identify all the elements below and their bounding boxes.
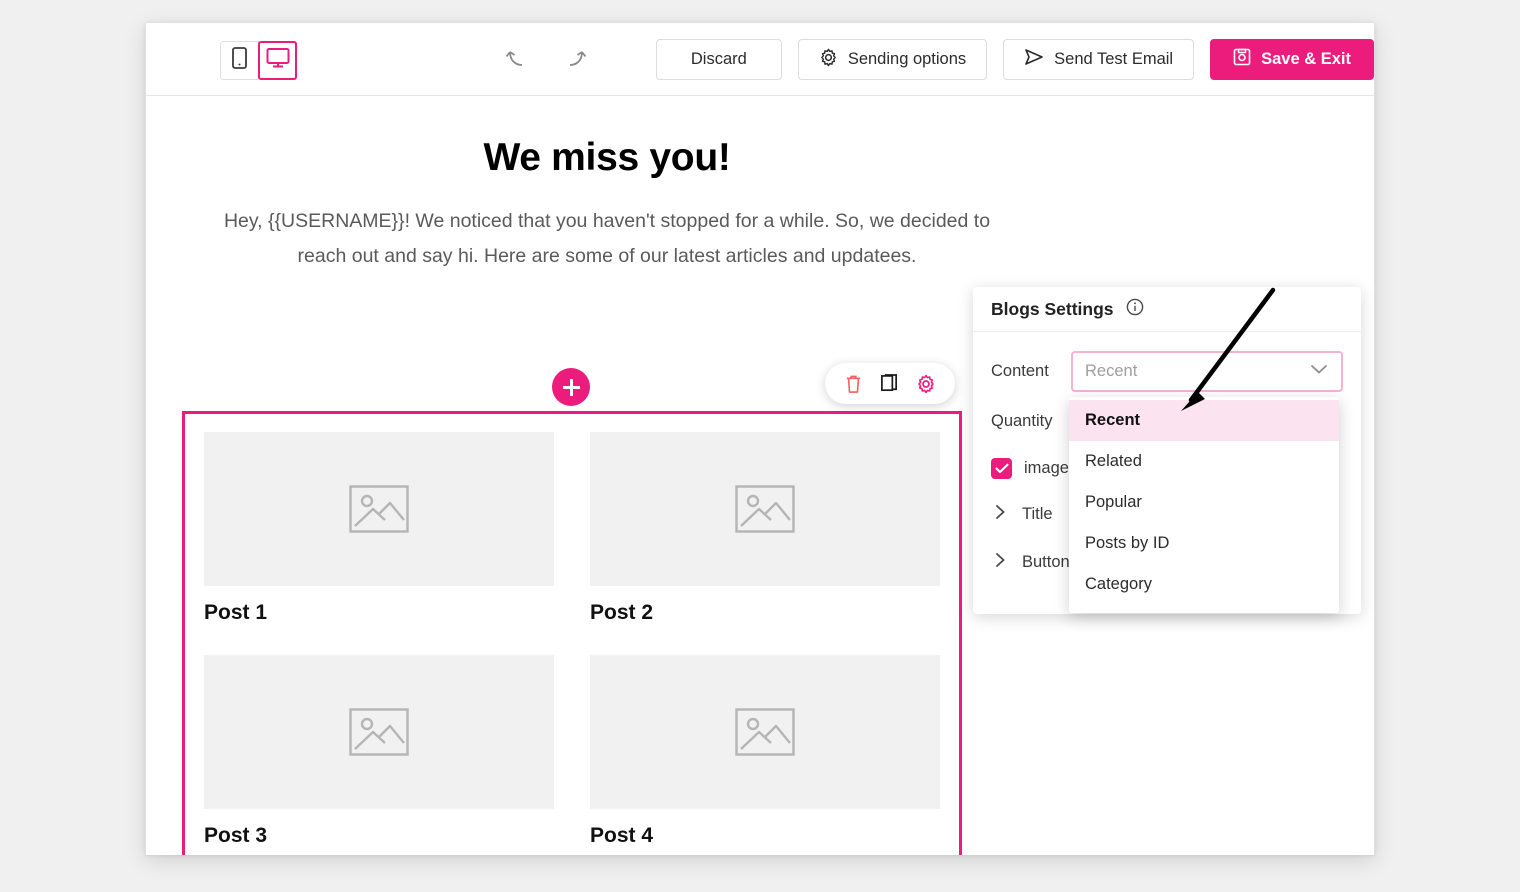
post-card[interactable]: Post 2 (590, 432, 940, 655)
dropdown-option-posts-by-id[interactable]: Posts by ID (1069, 523, 1339, 564)
chevron-down-icon (1309, 362, 1329, 380)
email-content: We miss you! Hey, {{USERNAME}}! We notic… (182, 96, 1032, 274)
redo-arrow-icon (561, 46, 587, 75)
button-section-label: Button (1022, 552, 1070, 571)
image-placeholder-icon (349, 485, 409, 533)
send-test-email-button[interactable]: Send Test Email (1003, 39, 1195, 80)
image-placeholder-icon (735, 708, 795, 756)
content-label: Content (991, 361, 1049, 380)
post-title[interactable]: Post 1 (204, 601, 554, 625)
device-mobile-button[interactable] (220, 41, 259, 80)
image-placeholder-icon (349, 708, 409, 756)
chevron-right-icon (995, 552, 1006, 573)
images-checkbox[interactable] (991, 457, 1012, 479)
toolbar-actions: Discard Sending options Send Test Email … (655, 39, 1374, 80)
save-disk-icon (1233, 48, 1251, 71)
post-card[interactable]: Post 4 (590, 655, 940, 855)
dropdown-option-related[interactable]: Related (1069, 441, 1339, 482)
quantity-label: Quantity (991, 411, 1053, 430)
dropdown-option-popular[interactable]: Popular (1069, 482, 1339, 523)
sending-options-button[interactable]: Sending options (797, 39, 988, 80)
phone-icon (232, 47, 247, 74)
add-block-button-top[interactable] (552, 368, 590, 406)
post-image-placeholder[interactable] (204, 432, 554, 586)
history-controls (501, 43, 591, 77)
save-and-exit-button[interactable]: Save & Exit (1210, 39, 1374, 80)
dropdown-option-recent[interactable]: Recent (1069, 400, 1339, 441)
email-heading[interactable]: We miss you! (182, 136, 1032, 180)
post-image-placeholder[interactable] (590, 655, 940, 809)
content-select-value: Recent (1085, 361, 1138, 380)
content-select[interactable]: Recent (1071, 350, 1343, 392)
post-image-placeholder[interactable] (204, 655, 554, 809)
post-title[interactable]: Post 4 (590, 824, 940, 848)
block-floating-toolbar (825, 363, 955, 404)
monitor-icon (266, 47, 290, 74)
undo-button[interactable] (501, 43, 535, 77)
device-preview-toggle (220, 41, 297, 80)
content-setting-row: Content Recent (991, 346, 1343, 396)
editor-toolbar: Discard Sending options Send Test Email … (146, 23, 1374, 96)
settings-panel-title: Blogs Settings (991, 298, 1114, 319)
post-title[interactable]: Post 2 (590, 601, 940, 625)
save-and-exit-label: Save & Exit (1261, 50, 1351, 68)
trash-icon[interactable] (844, 374, 863, 394)
sending-options-label: Sending options (847, 50, 967, 68)
post-card[interactable]: Post 3 (204, 655, 554, 855)
content-dropdown-list: Recent Related Popular Posts by ID Categ… (1069, 397, 1339, 613)
image-placeholder-icon (735, 485, 795, 533)
post-title[interactable]: Post 3 (204, 824, 554, 848)
blogs-block-selected[interactable]: Post 1 Post 2 Post 3 Post 4 (182, 411, 962, 855)
email-paragraph[interactable]: Hey, {{USERNAME}}! We noticed that you h… (182, 204, 1032, 274)
post-image-placeholder[interactable] (590, 432, 940, 586)
screenshot-root: Discard Sending options Send Test Email … (0, 0, 1520, 892)
info-circle-icon[interactable] (1126, 298, 1144, 321)
chevron-right-icon (995, 504, 1006, 525)
dropdown-option-category[interactable]: Category (1069, 564, 1339, 605)
duplicate-icon[interactable] (880, 373, 899, 394)
discard-button[interactable]: Discard (655, 39, 782, 80)
undo-arrow-icon (505, 46, 531, 75)
send-test-email-label: Send Test Email (1054, 50, 1174, 68)
post-card[interactable]: Post 1 (204, 432, 554, 655)
gear-icon[interactable] (916, 374, 936, 394)
send-plane-icon (1024, 48, 1044, 71)
title-section-label: Title (1022, 504, 1053, 523)
gear-icon (819, 48, 838, 72)
settings-panel-header: Blogs Settings (973, 287, 1361, 332)
device-desktop-button[interactable] (258, 41, 297, 80)
discard-label: Discard (690, 50, 747, 68)
redo-button[interactable] (557, 43, 591, 77)
post-grid: Post 1 Post 2 Post 3 Post 4 (204, 432, 940, 855)
